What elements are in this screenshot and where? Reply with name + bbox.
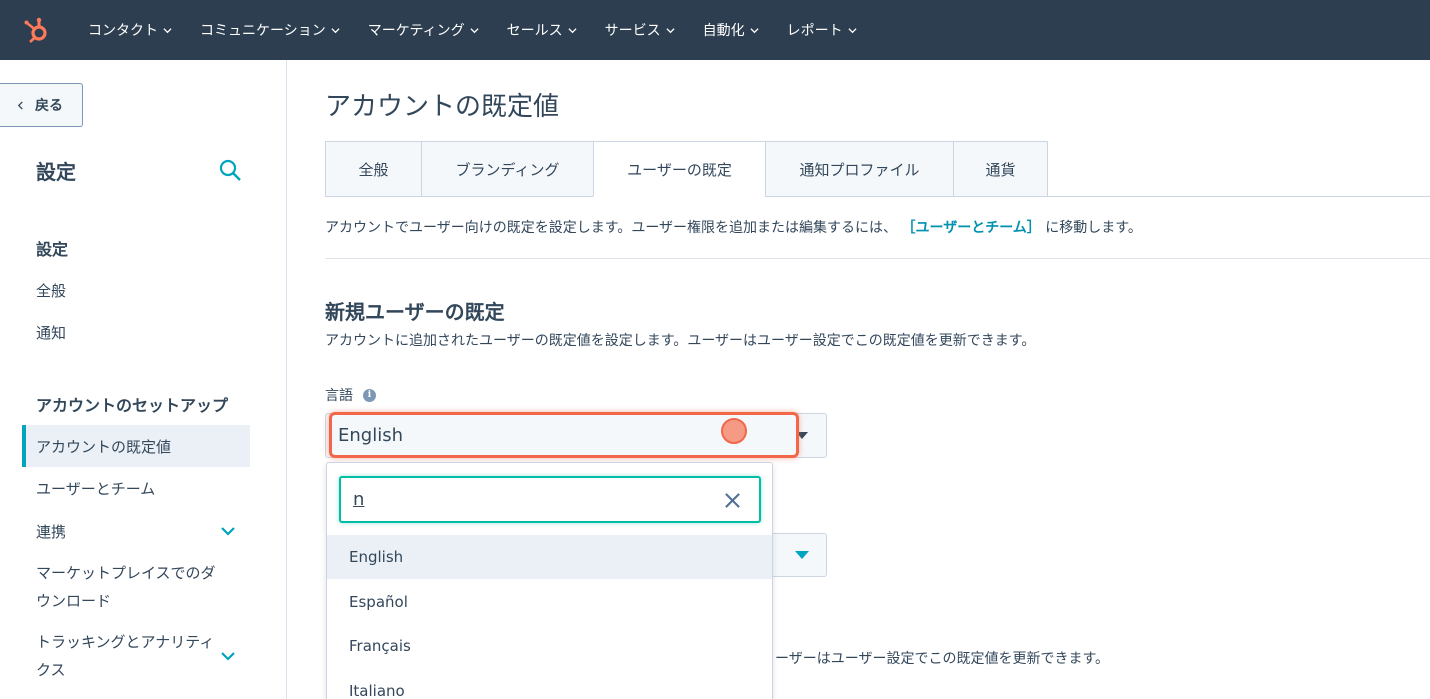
divider	[325, 258, 1430, 259]
sidebar-section-settings: 設定	[36, 240, 69, 259]
nav-item-reports[interactable]: レポート	[773, 0, 871, 60]
dropdown-option-english[interactable]: English	[327, 535, 772, 579]
chevron-down-icon	[331, 27, 340, 33]
sidebar-item-tracking[interactable]: トラッキングとアナリティクス	[36, 628, 226, 684]
language-label: 言語 i	[325, 385, 376, 405]
users-teams-link[interactable]: ［ユーザーとチーム］	[902, 220, 1041, 236]
section-description-2: ーザーはユーザー設定でこの既定値を更新できます。	[775, 651, 1110, 667]
language-dropdown: n English Español Français Italiano	[326, 462, 773, 699]
chevron-down-icon	[568, 27, 577, 33]
pointer-cursor-icon	[721, 418, 747, 444]
tab-user-defaults[interactable]: ユーザーの既定	[593, 141, 765, 197]
intro-text: アカウントでユーザー向けの既定を設定します。ユーザー権限を追加または編集するには…	[325, 220, 1142, 236]
chevron-down-icon	[163, 27, 172, 33]
tab-notification-profiles[interactable]: 通知プロファイル	[765, 141, 953, 197]
settings-tabs: 全般 ブランディング ユーザーの既定 通知プロファイル 通貨	[325, 141, 1048, 197]
sidebar-item-users-teams[interactable]: ユーザーとチーム	[36, 478, 155, 499]
tabs-divider	[1047, 196, 1430, 197]
dropdown-option-french[interactable]: Français	[327, 624, 772, 668]
chevron-down-icon[interactable]	[220, 648, 236, 664]
sidebar-item-general[interactable]: 全般	[36, 280, 66, 301]
nav-item-contacts[interactable]: コンタクト	[74, 0, 186, 60]
nav-item-sales[interactable]: セールス	[493, 0, 591, 60]
chevron-down-icon	[470, 27, 479, 33]
sidebar-title: 設定	[36, 160, 76, 184]
sidebar-item-integrations[interactable]: 連携	[36, 521, 66, 542]
chevron-down-icon	[666, 27, 675, 33]
sidebar-item-marketplace[interactable]: マーケットプレイスでのダウンロード	[36, 559, 226, 615]
page-title: アカウントの既定値	[325, 92, 560, 122]
dropdown-option-italian[interactable]: Italiano	[327, 669, 772, 699]
sidebar-section-account-setup: アカウントのセットアップ	[36, 396, 229, 415]
back-button[interactable]: 戻る	[0, 83, 83, 127]
nav-item-service[interactable]: サービス	[591, 0, 689, 60]
tab-general[interactable]: 全般	[325, 141, 421, 197]
clear-icon[interactable]	[724, 492, 741, 509]
hubspot-logo-icon[interactable]	[22, 15, 52, 45]
info-icon[interactable]: i	[363, 388, 376, 402]
chevron-down-icon	[750, 27, 759, 33]
section-description: アカウントに追加されたユーザーの既定値を設定します。ユーザーはユーザー設定でこの…	[325, 333, 1036, 349]
search-icon[interactable]	[218, 158, 242, 182]
nav-item-automation[interactable]: 自動化	[689, 0, 773, 60]
chevron-left-icon	[17, 100, 23, 110]
caret-down-icon	[795, 551, 809, 559]
dropdown-search-input[interactable]: n	[339, 476, 761, 523]
sidebar-item-notifications[interactable]: 通知	[36, 322, 66, 343]
language-select-value: English	[338, 425, 403, 446]
settings-sidebar: 戻る 設定 設定 全般 通知 アカウントのセットアップ アカウントの既定値 ユー…	[0, 60, 287, 699]
section-title: 新規ユーザーの既定	[325, 300, 505, 324]
nav-item-conversations[interactable]: コミュニケーション	[186, 0, 354, 60]
tab-currency[interactable]: 通貨	[953, 141, 1048, 197]
sidebar-item-account-defaults[interactable]: アカウントの既定値	[22, 425, 250, 467]
tab-branding[interactable]: ブランディング	[421, 141, 593, 197]
nav-item-marketing[interactable]: マーケティング	[354, 0, 493, 60]
top-navigation: コンタクト コミュニケーション マーケティング セールス サービス 自動化 レポ…	[0, 0, 1430, 60]
chevron-down-icon[interactable]	[220, 523, 236, 539]
dropdown-option-spanish[interactable]: Español	[327, 580, 772, 624]
chevron-down-icon	[848, 27, 857, 33]
